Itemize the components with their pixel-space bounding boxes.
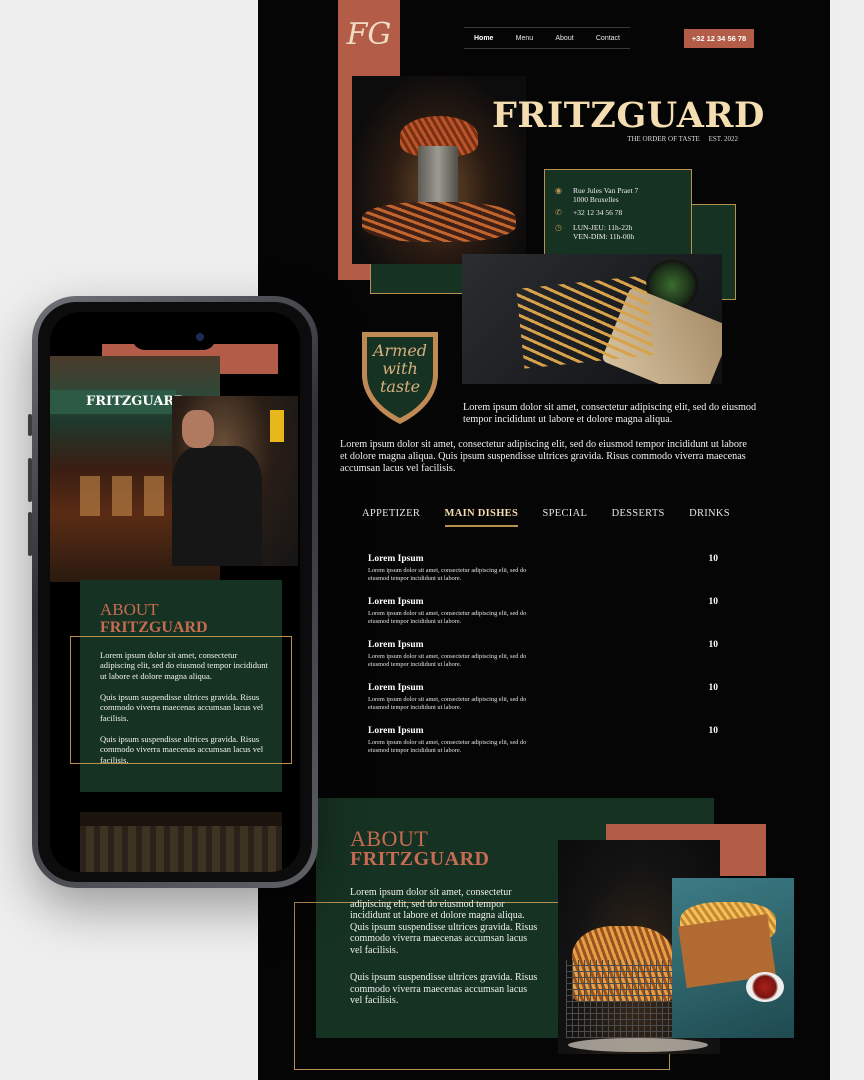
fries-box-photo <box>672 878 794 1038</box>
menu-item-name: Lorem Ipsum <box>368 597 424 607</box>
about-title: ABOUT <box>100 600 159 619</box>
tagline: THE ORDER OF TASTE EST. 2022 <box>627 135 738 143</box>
fries-cone-photo <box>462 254 722 384</box>
chef-photo <box>172 396 298 566</box>
tab-special[interactable]: SPECIAL <box>542 508 587 527</box>
phone-side-button <box>28 458 32 502</box>
about-paragraph: Lorem ipsum dolor sit amet, consectetur … <box>350 887 538 956</box>
phone-row: ✆ +32 12 34 56 78 <box>555 208 622 218</box>
about-paragraph: Quis ipsum suspendisse ultrices gravida.… <box>100 734 264 765</box>
phone-side-button <box>28 512 32 556</box>
brand-title: FRITZGUARD <box>492 95 765 136</box>
menu-item[interactable]: Lorem Ipsum 10 Lorem ipsum dolor sit ame… <box>368 640 718 668</box>
about-paragraph-2: Quis ipsum suspendisse ultrices gravida.… <box>350 972 538 1007</box>
nav-home[interactable]: Home <box>474 35 493 42</box>
intro-paragraph: Lorem ipsum dolor sit amet, consectetur … <box>463 402 757 425</box>
hours-line: VEN-DIM: 11h-00h <box>573 232 635 241</box>
menu-item[interactable]: Lorem Ipsum 10 Lorem ipsum dolor sit ame… <box>368 726 718 754</box>
hours-row: ◷ LUN-JEU: 11h-22h VEN-DIM: 11h-00h <box>555 223 634 241</box>
address-line: 1000 Bruxelles <box>573 195 619 204</box>
menu-item[interactable]: Lorem Ipsum 10 Lorem ipsum dolor sit ame… <box>368 554 718 582</box>
address-row: ◉ Rue Jules Van Praet 7 1000 Bruxelles <box>555 186 638 204</box>
menu-item-name: Lorem Ipsum <box>368 640 424 650</box>
clock-icon: ◷ <box>555 223 562 232</box>
menu-item-name: Lorem Ipsum <box>368 726 424 736</box>
call-button[interactable]: +32 12 34 56 78 <box>684 29 754 48</box>
menu-item-desc: Lorem ipsum dolor sit amet, consectetur … <box>368 696 527 711</box>
shield-word: taste <box>380 377 420 396</box>
nav-contact[interactable]: Contact <box>596 35 620 42</box>
menu-item-price: 10 <box>708 683 719 693</box>
shield-word: Armed <box>371 341 427 360</box>
menu-item-desc: Lorem ipsum dolor sit amet, consectetur … <box>368 739 527 754</box>
contact-info-box: ◉ Rue Jules Van Praet 7 1000 Bruxelles ✆ … <box>544 169 692 255</box>
tab-desserts[interactable]: DESSERTS <box>612 508 665 527</box>
dynamic-island <box>132 324 216 350</box>
menu-item[interactable]: Lorem Ipsum 10 Lorem ipsum dolor sit ame… <box>368 597 718 625</box>
menu-item-price: 10 <box>708 640 719 650</box>
shield-word: with <box>382 359 418 378</box>
menu-item-price: 10 <box>708 726 719 736</box>
tab-main-dishes[interactable]: MAIN DISHES <box>444 508 519 527</box>
top-nav: Home Menu About Contact <box>464 27 630 49</box>
logo-monogram[interactable]: FG <box>338 10 400 60</box>
menu-item-desc: Lorem ipsum dolor sit amet, consectetur … <box>368 653 527 668</box>
about-title-brand: FRITZGUARD <box>350 848 490 870</box>
menu-tabs: APPETIZER MAIN DISHES SPECIAL DESSERTS D… <box>362 508 730 527</box>
nav-about[interactable]: About <box>555 35 573 42</box>
menu-item-name: Lorem Ipsum <box>368 554 424 564</box>
menu-item-desc: Lorem ipsum dolor sit amet, consectetur … <box>368 567 527 582</box>
phone-mockup: FRITZGUARD ABOUT FRITZGUARD Lorem ipsum … <box>28 296 318 888</box>
phone-number[interactable]: +32 12 34 56 78 <box>573 208 622 217</box>
shield-badge: Armed with taste <box>362 332 438 424</box>
address-line: Rue Jules Van Praet 7 <box>573 186 639 195</box>
menu-item-desc: Lorem ipsum dolor sit amet, consectetur … <box>368 610 527 625</box>
menu-item[interactable]: Lorem Ipsum 10 Lorem ipsum dolor sit ame… <box>368 683 718 711</box>
intro-paragraph-2: Lorem ipsum dolor sit amet, consectetur … <box>340 439 747 474</box>
about-title-brand: FRITZGUARD <box>100 619 208 636</box>
location-pin-icon: ◉ <box>555 186 562 195</box>
about-paragraph: Quis ipsum suspendisse ultrices gravida.… <box>100 692 264 723</box>
menu-item-price: 10 <box>708 597 719 607</box>
phone-bezel: FRITZGUARD ABOUT FRITZGUARD Lorem ipsum … <box>38 302 312 882</box>
storefront-sign: FRITZGUARD <box>50 390 185 414</box>
tab-drinks[interactable]: DRINKS <box>689 508 730 527</box>
phone-icon: ✆ <box>555 208 562 217</box>
about-paragraph: Lorem ipsum dolor sit amet, consectetur … <box>100 650 268 681</box>
nav-menu[interactable]: Menu <box>516 35 534 42</box>
phone-side-button <box>28 414 32 436</box>
hours-line: LUN-JEU: 11h-22h <box>573 223 633 232</box>
menu-item-name: Lorem Ipsum <box>368 683 424 693</box>
interior-photo <box>80 812 282 872</box>
menu-item-price: 10 <box>708 554 719 564</box>
phone-screen: FRITZGUARD ABOUT FRITZGUARD Lorem ipsum … <box>50 312 300 872</box>
tab-appetizer[interactable]: APPETIZER <box>362 508 420 527</box>
desktop-mockup: FG Home Menu About Contact +32 12 34 56 … <box>258 0 830 1080</box>
